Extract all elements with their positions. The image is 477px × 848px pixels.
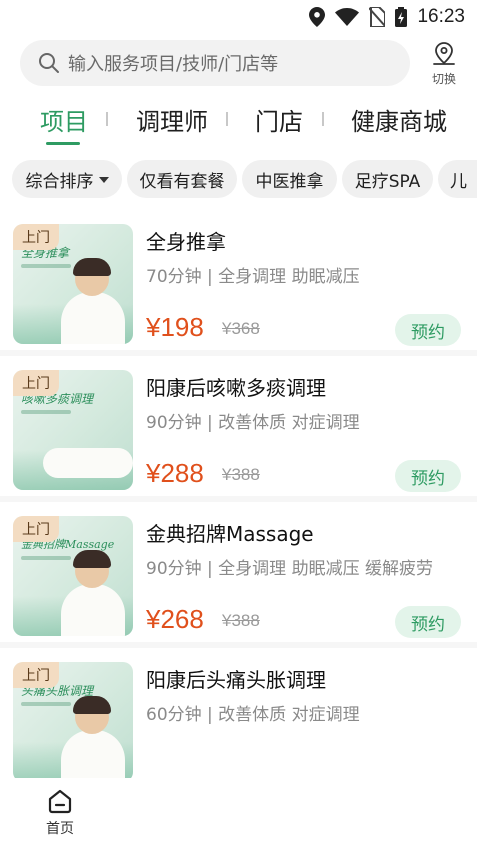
filter-more[interactable]: 儿 bbox=[438, 160, 477, 198]
filter-foot-spa[interactable]: 足疗SPA bbox=[342, 160, 433, 198]
list-item[interactable]: 头痛头胀调理 上门 阳康后头痛头胀调理 60分钟 | 改善体质 对症调理 bbox=[0, 648, 477, 778]
service-price: ¥288 bbox=[146, 458, 204, 488]
list-item[interactable]: 咳嗽多痰调理 上门 阳康后咳嗽多痰调理 90分钟 | 改善体质 对症调理 ¥28… bbox=[0, 356, 477, 496]
tab-health-mall[interactable]: 健康商城 bbox=[351, 102, 447, 137]
service-thumbnail: 全身推拿 上门 bbox=[13, 224, 133, 344]
tab-therapists[interactable]: 调理师 bbox=[136, 102, 208, 137]
search-input[interactable]: 输入服务项目/技师/门店等 bbox=[20, 40, 410, 86]
tab-divider bbox=[226, 112, 228, 126]
filter-label: 仅看有套餐 bbox=[139, 171, 225, 192]
service-meta: 70分钟 | 全身调理 助眠减压 bbox=[146, 267, 360, 287]
service-meta: 90分钟 | 改善体质 对症调理 bbox=[146, 413, 360, 433]
home-icon bbox=[48, 789, 72, 814]
no-sim-icon bbox=[369, 7, 386, 27]
service-title: 阳康后头痛头胀调理 bbox=[146, 668, 326, 692]
list-item[interactable]: 金典招牌Massage 上门 金典招牌Massage 90分钟 | 全身调理 助… bbox=[0, 502, 477, 642]
service-thumbnail: 金典招牌Massage 上门 bbox=[13, 516, 133, 636]
bottom-nav: 首页 bbox=[0, 778, 477, 848]
service-list[interactable]: 全身推拿 上门 全身推拿 70分钟 | 全身调理 助眠减压 ¥198 ¥368 … bbox=[0, 210, 477, 778]
service-thumbnail: 咳嗽多痰调理 上门 bbox=[13, 370, 133, 490]
tab-divider bbox=[322, 112, 324, 126]
tab-divider bbox=[106, 112, 108, 126]
filter-tcm-massage[interactable]: 中医推拿 bbox=[242, 160, 337, 198]
nav-home-label: 首页 bbox=[46, 821, 74, 837]
service-title: 金典招牌Massage bbox=[146, 522, 314, 546]
service-price: ¥198 bbox=[146, 312, 204, 342]
filter-package-only[interactable]: 仅看有套餐 bbox=[127, 160, 237, 198]
original-price: ¥388 bbox=[222, 465, 260, 484]
switch-location-button[interactable]: 切换 bbox=[424, 40, 464, 88]
filter-label: 中医推拿 bbox=[255, 171, 324, 192]
service-price: ¥268 bbox=[146, 604, 204, 634]
search-placeholder: 输入服务项目/技师/门店等 bbox=[68, 54, 279, 75]
clock: 16:23 bbox=[417, 6, 465, 27]
filter-chips: 综合排序 仅看有套餐 中医推拿 足疗SPA 儿 bbox=[12, 160, 477, 200]
filter-sort-dropdown[interactable]: 综合排序 bbox=[12, 160, 122, 198]
nav-home[interactable]: 首页 bbox=[36, 788, 84, 838]
filter-label: 足疗SPA bbox=[354, 171, 421, 192]
battery-icon bbox=[395, 7, 408, 27]
book-button[interactable]: 预约 bbox=[395, 460, 461, 492]
service-meta: 90分钟 | 全身调理 助眠减压 缓解疲劳 bbox=[146, 559, 433, 579]
home-service-badge: 上门 bbox=[13, 224, 59, 250]
service-meta: 60分钟 | 改善体质 对症调理 bbox=[146, 705, 360, 725]
home-service-badge: 上门 bbox=[13, 370, 59, 396]
top-bar: 输入服务项目/技师/门店等 切换 bbox=[20, 40, 460, 88]
location-icon bbox=[309, 7, 326, 27]
search-icon bbox=[39, 53, 59, 73]
home-service-badge: 上门 bbox=[13, 516, 59, 542]
map-pin-icon bbox=[433, 42, 455, 65]
book-button[interactable]: 预约 bbox=[395, 606, 461, 638]
home-service-badge: 上门 bbox=[13, 662, 59, 688]
filter-sort-label: 综合排序 bbox=[25, 171, 94, 192]
service-title: 全身推拿 bbox=[146, 230, 226, 254]
filter-label: 儿 bbox=[450, 171, 467, 192]
wifi-icon bbox=[335, 8, 360, 26]
book-button[interactable]: 预约 bbox=[395, 314, 461, 346]
active-tab-indicator bbox=[46, 142, 80, 145]
original-price: ¥368 bbox=[222, 319, 260, 338]
service-title: 阳康后咳嗽多痰调理 bbox=[146, 376, 326, 400]
tab-stores[interactable]: 门店 bbox=[255, 102, 303, 137]
service-thumbnail: 头痛头胀调理 上门 bbox=[13, 662, 133, 778]
list-item[interactable]: 全身推拿 上门 全身推拿 70分钟 | 全身调理 助眠减压 ¥198 ¥368 … bbox=[0, 210, 477, 350]
tab-projects[interactable]: 项目 bbox=[40, 102, 88, 137]
caret-down-icon bbox=[98, 177, 109, 183]
switch-label: 切换 bbox=[431, 72, 456, 86]
original-price: ¥388 bbox=[222, 611, 260, 630]
category-tabs: 项目 调理师 门店 健康商城 bbox=[0, 98, 477, 148]
status-bar: 16:23 bbox=[0, 0, 477, 34]
